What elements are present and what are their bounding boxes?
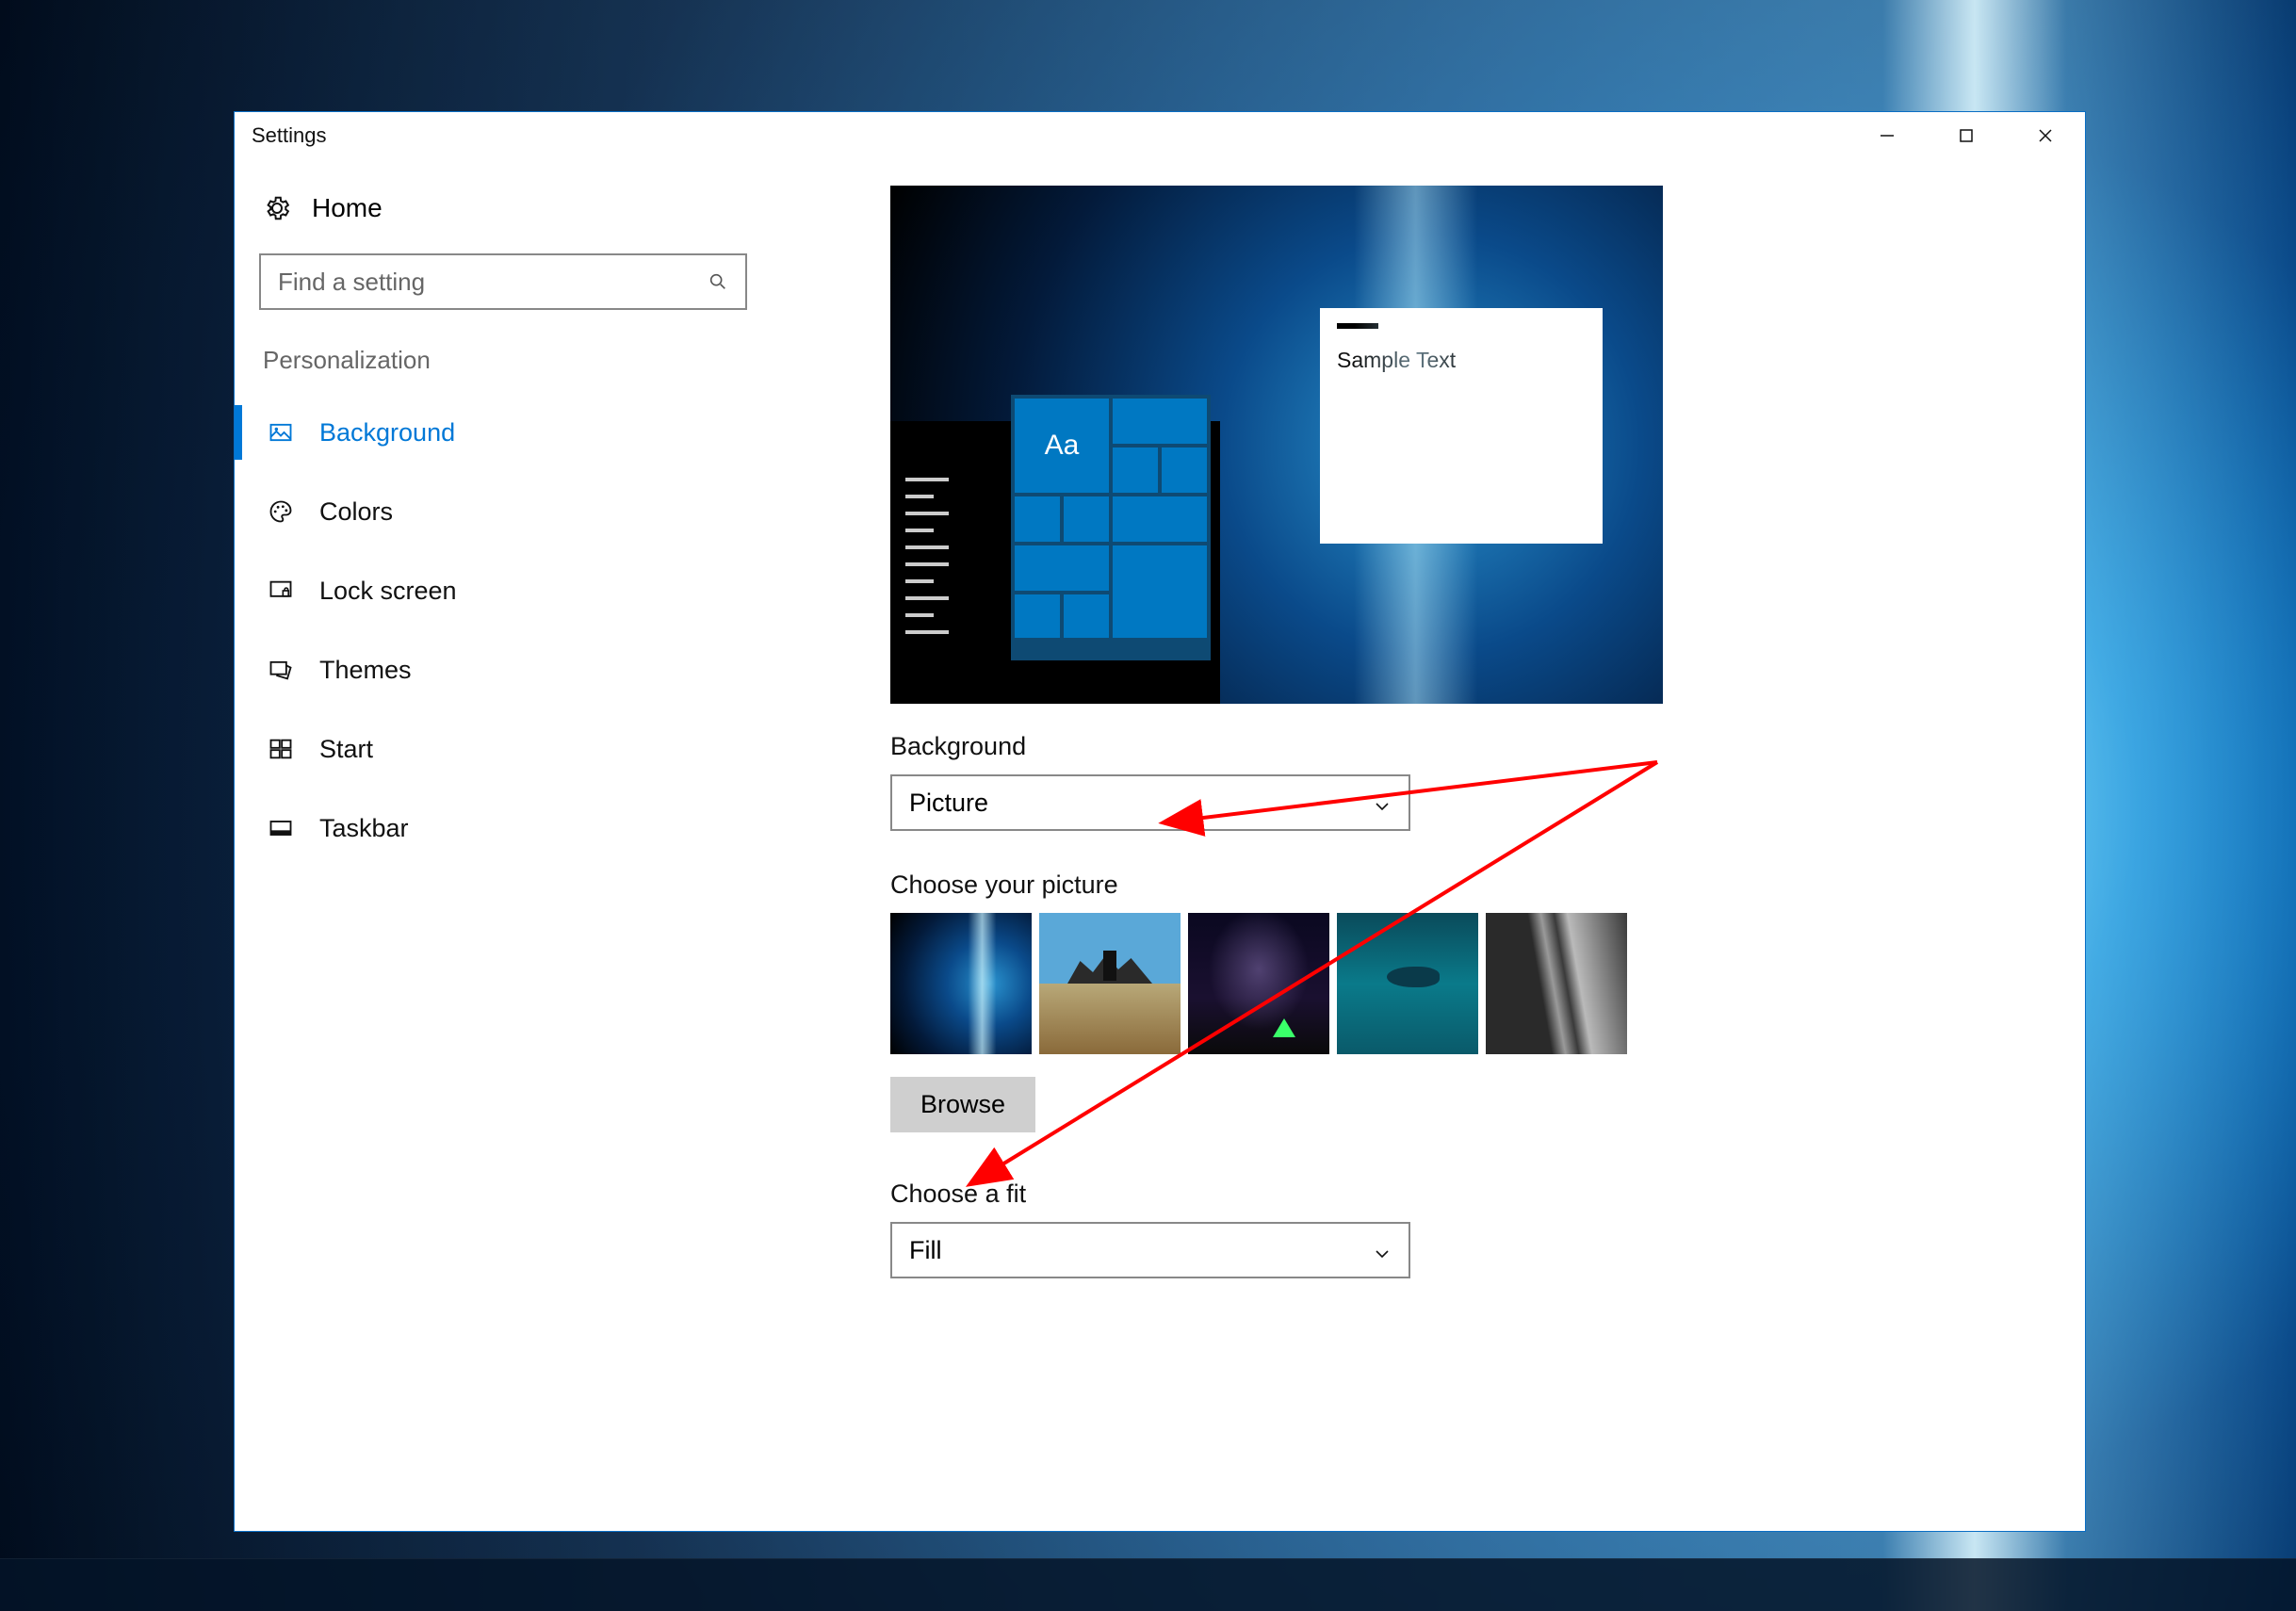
- themes-icon: [267, 656, 295, 684]
- window-title: Settings: [252, 123, 327, 148]
- taskbar-icon: [267, 814, 295, 842]
- sidebar-item-background[interactable]: Background: [259, 398, 747, 467]
- preview-tile-aa: Aa: [1015, 399, 1109, 493]
- palette-icon: [267, 497, 295, 526]
- picture-thumb-4[interactable]: [1337, 913, 1478, 1054]
- preview-start-panel: Aa: [890, 421, 1220, 704]
- background-dropdown-value: Picture: [909, 789, 988, 818]
- search-icon: [708, 271, 728, 292]
- sidebar: Home Personalization Background Colo: [235, 159, 772, 1531]
- sidebar-item-label: Start: [319, 735, 373, 764]
- sidebar-item-label: Lock screen: [319, 577, 457, 606]
- home-button[interactable]: Home: [259, 187, 747, 244]
- sidebar-section-title: Personalization: [259, 346, 747, 388]
- chevron-down-icon: [1373, 793, 1392, 812]
- desktop-preview: Aa Sample Text: [890, 186, 1663, 704]
- fit-dropdown-value: Fill: [909, 1236, 942, 1265]
- picture-thumb-1[interactable]: [890, 913, 1032, 1054]
- minimize-button[interactable]: [1848, 112, 1927, 159]
- background-dropdown[interactable]: Picture: [890, 774, 1410, 831]
- window-controls: [1848, 112, 2085, 159]
- sidebar-item-label: Colors: [319, 497, 393, 527]
- choose-picture-label: Choose your picture: [890, 871, 2066, 900]
- titlebar: Settings: [235, 112, 2085, 159]
- sidebar-item-colors[interactable]: Colors: [259, 477, 747, 546]
- home-label: Home: [312, 193, 383, 223]
- content-area: Aa Sample Text Background Picture: [772, 159, 2085, 1531]
- sidebar-item-label: Background: [319, 418, 455, 448]
- background-label: Background: [890, 732, 2066, 761]
- picture-icon: [267, 418, 295, 447]
- lock-screen-icon: [267, 577, 295, 605]
- close-button[interactable]: [2006, 112, 2085, 159]
- picture-thumb-2[interactable]: [1039, 913, 1181, 1054]
- sidebar-item-start[interactable]: Start: [259, 714, 747, 784]
- preview-sample-window: Sample Text: [1320, 308, 1603, 544]
- sidebar-item-label: Taskbar: [319, 814, 409, 843]
- sidebar-item-taskbar[interactable]: Taskbar: [259, 793, 747, 863]
- settings-window: Settings Home: [234, 111, 2086, 1532]
- preview-sample-text: Sample Text: [1337, 348, 1586, 373]
- picture-thumb-3[interactable]: [1188, 913, 1329, 1054]
- picture-thumbnails: [890, 913, 2066, 1054]
- taskbar[interactable]: [0, 1558, 2296, 1611]
- preview-sidebar-lines: [905, 478, 951, 647]
- chevron-down-icon: [1373, 1241, 1392, 1260]
- picture-thumb-5[interactable]: [1486, 913, 1627, 1054]
- fit-dropdown[interactable]: Fill: [890, 1222, 1410, 1278]
- fit-label: Choose a fit: [890, 1180, 2066, 1209]
- sidebar-item-lock-screen[interactable]: Lock screen: [259, 556, 747, 626]
- sidebar-item-themes[interactable]: Themes: [259, 635, 747, 705]
- search-input-container[interactable]: [259, 253, 747, 310]
- sidebar-item-label: Themes: [319, 656, 412, 685]
- browse-button[interactable]: Browse: [890, 1077, 1035, 1132]
- browse-button-label: Browse: [920, 1090, 1005, 1118]
- start-icon: [267, 735, 295, 763]
- maximize-button[interactable]: [1927, 112, 2006, 159]
- search-input[interactable]: [278, 268, 708, 297]
- preview-tiles: Aa: [1011, 395, 1211, 660]
- gear-icon: [263, 194, 291, 222]
